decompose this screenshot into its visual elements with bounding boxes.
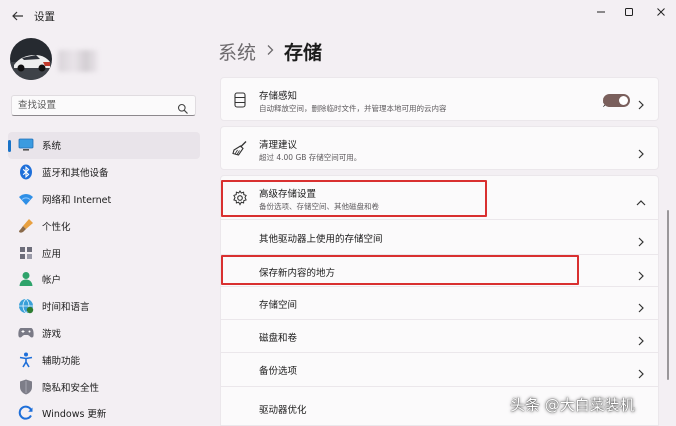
profile-name-blurred [58, 50, 98, 72]
privacy-shield-icon [18, 379, 34, 395]
sidebar-item-gaming[interactable]: 游戏 [8, 320, 200, 347]
search-box[interactable] [11, 95, 196, 116]
highlight-box-advanced-storage [221, 180, 487, 217]
sidebar-item-privacy[interactable]: 隐私和安全性 [8, 373, 200, 400]
sub-item-label: 其他驱动器上使用的存储空间 [259, 234, 383, 245]
cleanup-title: 清理建议 [259, 140, 298, 151]
breadcrumb-parent[interactable]: 系统 [218, 38, 256, 65]
accessibility-icon [18, 352, 34, 368]
sidebar-item-label: Windows 更新 [42, 409, 107, 421]
sub-item-storage-other-drives[interactable]: 其他驱动器上使用的存储空间 [220, 220, 659, 255]
watermark: 头条 @大白菜装机 [510, 396, 635, 414]
storage-sense-toggle[interactable] [603, 94, 630, 107]
sidebar-item-label: 蓝牙和其他设备 [42, 168, 109, 180]
chevron-right-icon [266, 44, 274, 60]
time-language-icon [18, 298, 34, 314]
sidebar-item-network[interactable]: 网络和 Internet [8, 186, 200, 213]
sidebar-item-accounts[interactable]: 帐户 [8, 266, 200, 293]
sidebar-item-accessibility[interactable]: 辅助功能 [8, 346, 200, 373]
sidebar-item-label: 个性化 [42, 221, 71, 233]
sub-item-label: 驱动器优化 [259, 405, 307, 416]
sidebar-item-apps[interactable]: 应用 [8, 239, 200, 266]
personalization-icon [18, 218, 34, 234]
storage-sense-desc: 自动释放空间，删除临时文件，并管理本地可用的云内容 [259, 104, 447, 113]
minimize-icon[interactable] [586, 2, 616, 22]
sub-item-backup-options[interactable]: 备份选项 [220, 353, 659, 387]
sidebar-item-label: 帐户 [42, 275, 62, 287]
cleanup-recommendations-card[interactable]: 清理建议 超过 4.00 GB 存储空间可用。 [220, 126, 659, 170]
sidebar-item-label: 网络和 Internet [42, 194, 112, 206]
sidebar-item-system[interactable]: 系统 [8, 132, 200, 159]
sub-item-label: 存储空间 [259, 300, 298, 311]
apps-icon [18, 245, 34, 261]
sidebar-item-label: 辅助功能 [42, 355, 81, 367]
storage-drive-icon [231, 91, 249, 109]
chevron-right-icon[interactable] [636, 266, 646, 281]
chevron-up-icon[interactable] [636, 193, 646, 206]
accounts-icon [18, 271, 34, 287]
windows-update-icon [18, 405, 34, 421]
sub-item-storage-spaces[interactable]: 存储空间 [220, 287, 659, 320]
sidebar-item-label: 时间和语言 [42, 302, 90, 314]
search-icon[interactable] [177, 100, 189, 114]
avatar[interactable] [10, 38, 52, 80]
bluetooth-icon [18, 164, 34, 180]
maximize-icon[interactable] [614, 2, 644, 22]
system-icon [18, 137, 34, 153]
scrollbar[interactable] [667, 210, 669, 380]
sub-item-label: 磁盘和卷 [259, 333, 298, 344]
sidebar-item-label: 系统 [42, 141, 62, 153]
back-arrow-icon[interactable] [8, 6, 28, 26]
sidebar-item-label: 应用 [42, 248, 62, 260]
sidebar-item-bluetooth[interactable]: 蓝牙和其他设备 [8, 159, 200, 186]
highlight-box-save-new-content [221, 255, 579, 285]
title-bar: 设置 [0, 0, 676, 32]
sidebar-item-label: 游戏 [42, 328, 62, 340]
close-icon[interactable] [646, 2, 676, 22]
chevron-right-icon[interactable] [636, 95, 646, 110]
chevron-right-icon[interactable] [636, 331, 646, 346]
chevron-right-icon[interactable] [636, 144, 646, 159]
sub-item-disks-volumes[interactable]: 磁盘和卷 [220, 320, 659, 353]
sidebar-item-personalization[interactable]: 个性化 [8, 212, 200, 239]
sub-item-label: 备份选项 [259, 366, 298, 377]
chevron-right-icon[interactable] [636, 232, 646, 247]
sidebar-item-windows-update[interactable]: Windows 更新 [8, 400, 200, 426]
breadcrumb: 系统 存储 [218, 38, 322, 65]
chevron-right-icon[interactable] [636, 298, 646, 313]
search-input[interactable] [18, 98, 178, 113]
network-icon [18, 191, 34, 207]
page-title: 存储 [284, 42, 323, 64]
cleanup-desc: 超过 4.00 GB 存储空间可用。 [259, 153, 362, 162]
chevron-right-icon[interactable] [636, 364, 646, 379]
storage-sense-card[interactable]: 存储感知 自动释放空间，删除临时文件，并管理本地可用的云内容 开 [220, 77, 659, 121]
sidebar-item-label: 隐私和安全性 [42, 382, 100, 394]
sidebar-item-time-language[interactable]: 时间和语言 [8, 293, 200, 320]
storage-sense-title: 存储感知 [259, 91, 298, 102]
app-title: 设置 [34, 11, 55, 23]
sidebar-nav: 系统 蓝牙和其他设备 网络和 Internet 个性化 应用 帐户 时间和语言 … [8, 132, 200, 426]
gaming-icon [18, 325, 34, 341]
broom-icon [231, 140, 249, 158]
